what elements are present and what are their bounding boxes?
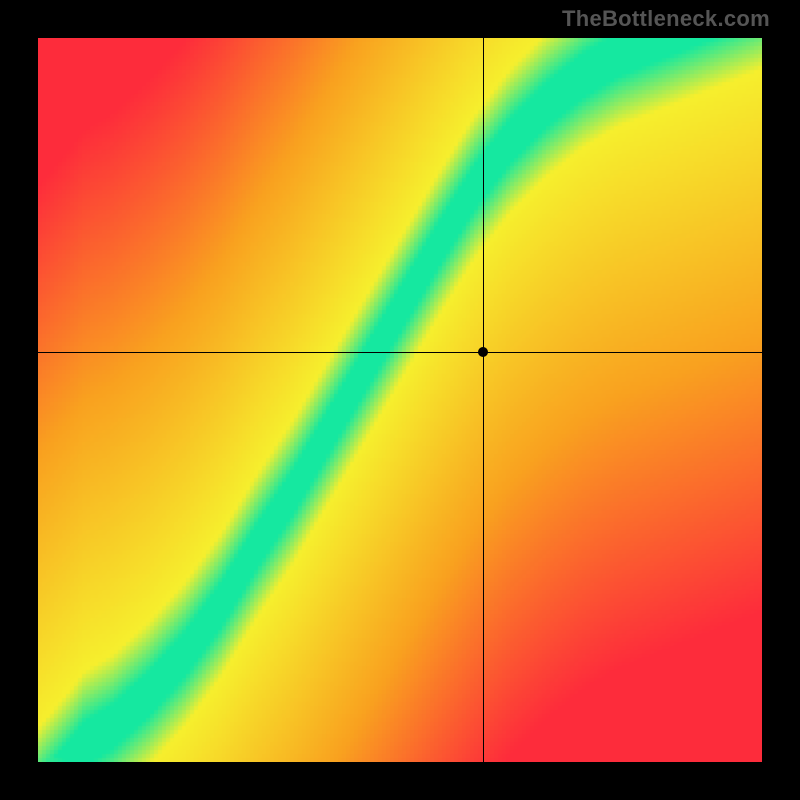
heatmap-canvas: [38, 38, 762, 762]
heatmap-plot-area: [38, 38, 762, 762]
watermark-text: TheBottleneck.com: [562, 6, 770, 32]
crosshair-vertical: [483, 38, 484, 762]
crosshair-horizontal: [38, 352, 762, 353]
chart-frame: TheBottleneck.com: [0, 0, 800, 800]
